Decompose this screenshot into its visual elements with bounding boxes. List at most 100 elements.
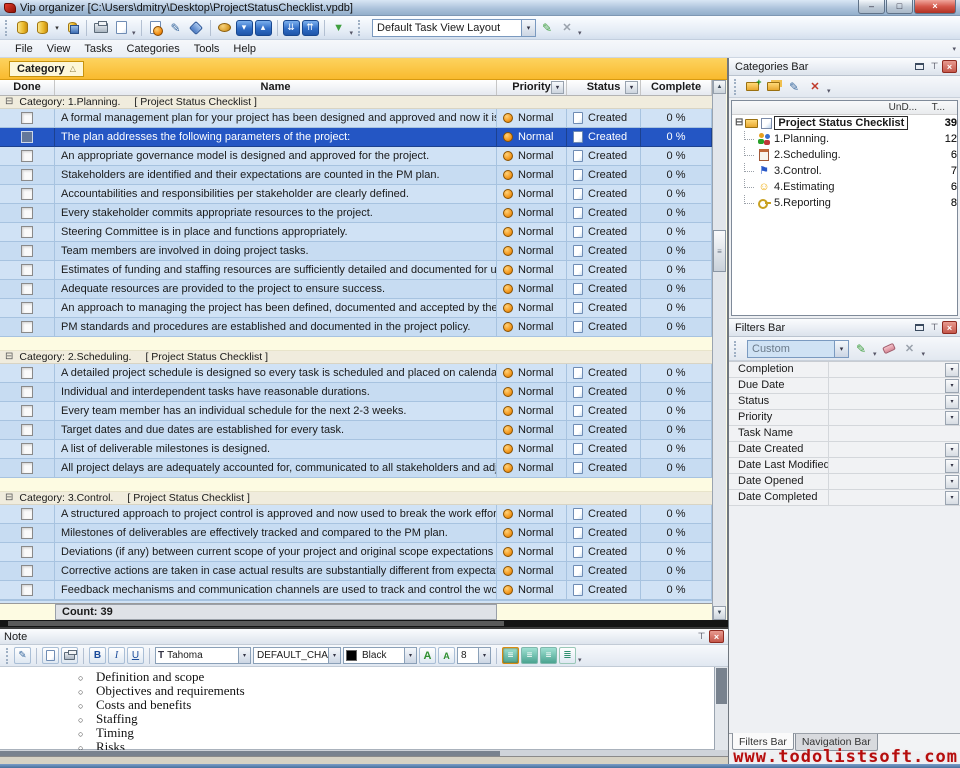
- task-name[interactable]: Deviations (if any) between current scop…: [55, 543, 497, 562]
- menu-view[interactable]: View: [40, 41, 78, 57]
- scrollbar-thumb[interactable]: [716, 668, 727, 704]
- note-content[interactable]: ○Definition and scope○Objectives and req…: [0, 667, 728, 750]
- task-checkbox[interactable]: [21, 283, 33, 295]
- task-name[interactable]: Stakeholders are identified and their ex…: [55, 166, 497, 185]
- task-checkbox[interactable]: [21, 245, 33, 257]
- task-checkbox[interactable]: [21, 188, 33, 200]
- category-group-row[interactable]: ⊟Category: 1.Planning.[ Project Status C…: [0, 96, 712, 109]
- task-row[interactable]: Adequate resources are provided to the p…: [0, 280, 712, 299]
- collapse-icon[interactable]: ⊟: [735, 118, 743, 128]
- filter-dropdown-icon[interactable]: ▾: [945, 395, 959, 409]
- task-row[interactable]: Steering Committee is in place and funct…: [0, 223, 712, 242]
- task-checkbox[interactable]: [21, 207, 33, 219]
- align-right-icon[interactable]: ≡: [540, 647, 557, 664]
- task-row[interactable]: A structured approach to project control…: [0, 505, 712, 524]
- column-header-done[interactable]: Done: [0, 80, 55, 95]
- task-name[interactable]: Milestones of deliverables are effective…: [55, 524, 497, 543]
- filter-dropdown-icon[interactable]: ▾: [945, 443, 959, 457]
- task-row[interactable]: Individual and interdependent tasks have…: [0, 383, 712, 402]
- task-row[interactable]: A detailed project schedule is designed …: [0, 364, 712, 383]
- filter-value[interactable]: [829, 410, 945, 425]
- pin-icon[interactable]: ⊤: [694, 630, 709, 643]
- layout-combo-arrow-icon[interactable]: ▾: [522, 19, 536, 37]
- task-checkbox[interactable]: [21, 264, 33, 276]
- edit-filter-icon[interactable]: ✎: [852, 340, 870, 357]
- note-print-icon[interactable]: [61, 647, 78, 664]
- grid-horizontal-scrollbar[interactable]: [0, 620, 728, 627]
- category-label[interactable]: 5.Reporting: [774, 197, 831, 209]
- font-family-value[interactable]: Tahoma: [164, 650, 238, 661]
- task-view-layout-combo[interactable]: Default Task View Layout ▾: [372, 19, 536, 37]
- task-name[interactable]: Steering Committee is in place and funct…: [55, 223, 497, 242]
- char-style-combo[interactable]: DEFAULT_CHAR ▾: [253, 647, 341, 664]
- menu-file[interactable]: File: [8, 41, 40, 57]
- task-checkbox[interactable]: [21, 424, 33, 436]
- column-header-complete[interactable]: Complete: [641, 80, 712, 95]
- collapse-icon[interactable]: ⊟: [5, 493, 13, 503]
- filter-dropdown-icon[interactable]: ▾: [945, 363, 959, 377]
- tree-root-label[interactable]: Project Status Checklist: [774, 116, 908, 130]
- scrollbar-thumb[interactable]: ≡: [713, 230, 726, 272]
- new-subcategory-icon[interactable]: [764, 78, 782, 95]
- filter-dropdown-icon[interactable]: ▾: [945, 411, 959, 425]
- task-checkbox[interactable]: [21, 546, 33, 558]
- tree-item-4estimating[interactable]: ☺4.Estimating66: [732, 179, 957, 195]
- undone-column-header[interactable]: UnD...: [889, 101, 917, 114]
- task-checkbox[interactable]: [21, 527, 33, 539]
- menu-overflow-icon[interactable]: ▾: [952, 45, 956, 53]
- filter-value[interactable]: [829, 474, 945, 489]
- tree-item-1planning[interactable]: 1.Planning.1212: [732, 131, 957, 147]
- task-checkbox[interactable]: [21, 462, 33, 474]
- task-name[interactable]: Accountabilities and responsibilities pe…: [55, 185, 497, 204]
- minimize-button[interactable]: –: [858, 0, 885, 14]
- task-name[interactable]: A structured approach to project control…: [55, 505, 497, 524]
- task-row[interactable]: Every stakeholder commits appropriate re…: [0, 204, 712, 223]
- task-row[interactable]: Target dates and due dates are establish…: [0, 421, 712, 440]
- open-database-icon[interactable]: [33, 19, 51, 37]
- align-left-icon[interactable]: ≡: [502, 647, 519, 664]
- note-edit-icon[interactable]: ✎: [14, 647, 31, 664]
- edit-category-icon[interactable]: ✎: [785, 78, 803, 95]
- task-checkbox[interactable]: [21, 112, 33, 124]
- task-name[interactable]: Corrective actions are taken in case act…: [55, 562, 497, 581]
- combo-arrow-icon[interactable]: ▾: [328, 648, 340, 663]
- filter-value[interactable]: [829, 458, 945, 473]
- status-filter-dropdown-icon[interactable]: ▾: [625, 81, 638, 94]
- task-row[interactable]: Estimates of funding and staffing resour…: [0, 261, 712, 280]
- combo-arrow-icon[interactable]: ▾: [835, 340, 849, 358]
- grid-vertical-scrollbar[interactable]: ▲ ≡ ▼: [712, 80, 726, 620]
- task-name[interactable]: Team members are involved in doing proje…: [55, 242, 497, 261]
- close-icon[interactable]: ×: [709, 630, 724, 643]
- delete-layout-icon[interactable]: ✕: [558, 19, 576, 37]
- menu-tools[interactable]: Tools: [187, 41, 227, 57]
- category-label[interactable]: 1.Planning.: [774, 133, 829, 145]
- toolbar-grip[interactable]: [358, 20, 361, 36]
- new-category-icon[interactable]: [743, 78, 761, 95]
- font-size-combo[interactable]: 8 ▾: [457, 647, 491, 664]
- font-size-value[interactable]: 8: [458, 650, 478, 661]
- task-row[interactable]: Team members are involved in doing proje…: [0, 242, 712, 261]
- filter-value[interactable]: [829, 378, 945, 393]
- task-row[interactable]: A formal management plan for your projec…: [0, 109, 712, 128]
- task-checkbox[interactable]: [21, 150, 33, 162]
- filter-dropdown-icon[interactable]: ▾: [945, 491, 959, 505]
- task-checkbox[interactable]: [21, 386, 33, 398]
- collapse-icon[interactable]: ⊟: [5, 97, 13, 107]
- task-checkbox[interactable]: [21, 443, 33, 455]
- float-panel-icon[interactable]: [912, 321, 927, 334]
- save-database-icon[interactable]: [63, 19, 81, 37]
- task-row[interactable]: Stakeholders are identified and their ex…: [0, 166, 712, 185]
- print-preview-icon[interactable]: [112, 19, 130, 37]
- category-group-row[interactable]: ⊟Category: 3.Control.[ Project Status Ch…: [0, 492, 712, 505]
- task-checkbox[interactable]: [21, 508, 33, 520]
- filter-icon[interactable]: ▼: [330, 19, 348, 37]
- shrink-font-icon[interactable]: A: [438, 647, 455, 664]
- task-checkbox[interactable]: [21, 169, 33, 181]
- tree-item-2scheduling[interactable]: 2.Scheduling.66: [732, 147, 957, 163]
- task-row[interactable]: An approach to managing the project has …: [0, 299, 712, 318]
- bullet-list-icon[interactable]: ≣: [559, 647, 576, 664]
- delete-filter-icon[interactable]: ✕: [901, 340, 919, 357]
- category-label[interactable]: 3.Control.: [774, 165, 822, 177]
- filter-value[interactable]: [829, 490, 945, 505]
- grow-font-icon[interactable]: A: [419, 647, 436, 664]
